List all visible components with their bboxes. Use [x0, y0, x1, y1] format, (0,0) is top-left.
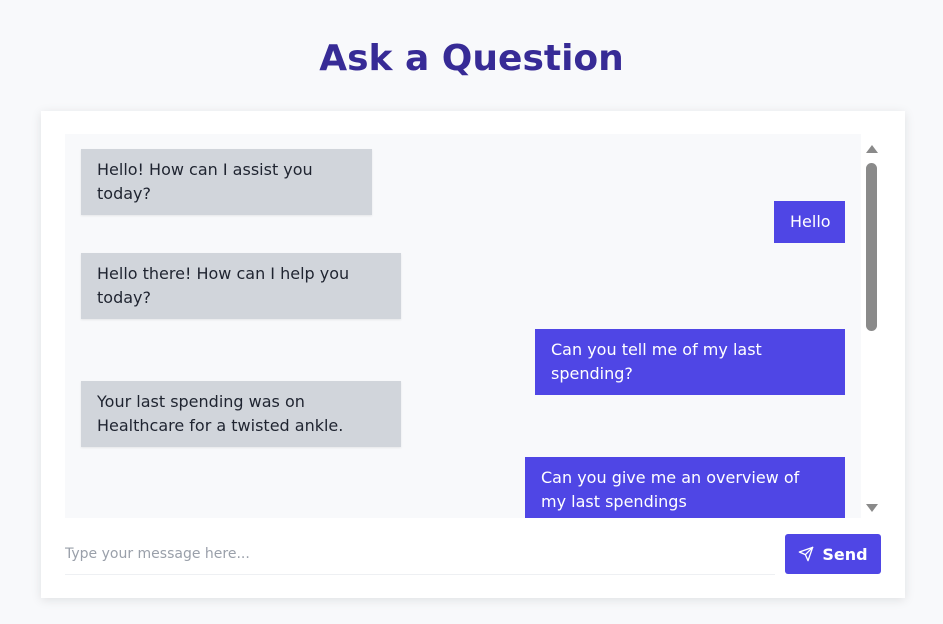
scroll-down-arrow-icon[interactable]	[866, 504, 878, 512]
message-list[interactable]: Hello! How can I assist you today? Hello…	[65, 134, 861, 518]
scroll-up-arrow-icon[interactable]	[866, 145, 878, 153]
scroll-thumb[interactable]	[866, 163, 877, 331]
message-input[interactable]	[65, 534, 775, 575]
chat-card: Hello! How can I assist you today? Hello…	[41, 111, 905, 598]
page-title: Ask a Question	[319, 38, 624, 79]
composer: Send	[65, 534, 881, 575]
user-message: Can you tell me of my last spending?	[535, 329, 845, 395]
paper-plane-icon	[798, 546, 814, 562]
bot-message: Hello! How can I assist you today?	[81, 149, 372, 215]
message-scrollbar[interactable]	[863, 142, 881, 512]
bot-message: Hello there! How can I help you today?	[81, 253, 401, 319]
send-label: Send	[822, 544, 868, 564]
user-message: Can you give me an overview of my last s…	[525, 457, 845, 518]
user-message: Hello	[774, 201, 845, 243]
send-button[interactable]: Send	[785, 534, 881, 574]
bot-message: Your last spending was on Healthcare for…	[81, 381, 401, 447]
